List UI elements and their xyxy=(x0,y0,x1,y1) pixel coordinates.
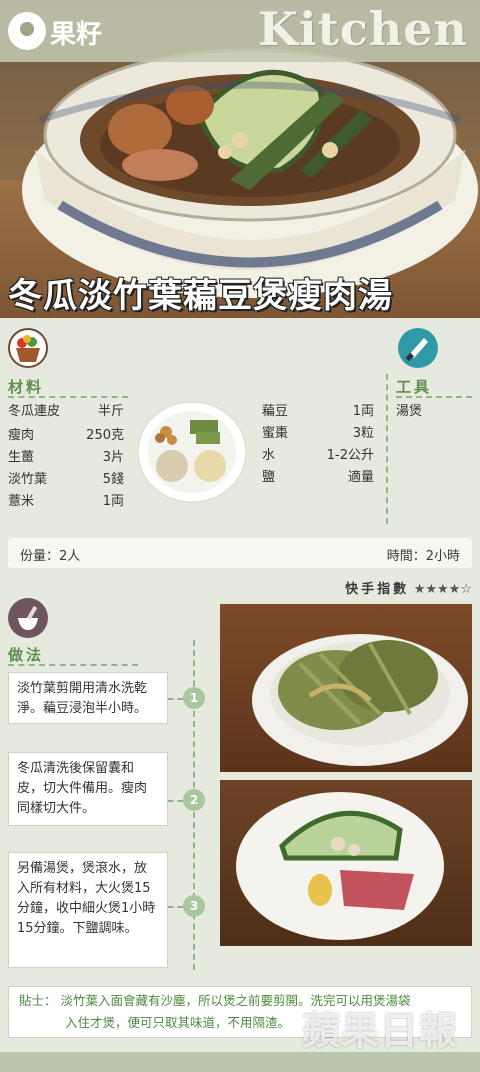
ingredient-name: 水 xyxy=(262,448,276,463)
ingredient-amount: 3片 xyxy=(102,450,124,465)
ingredient-name: 薏米 xyxy=(8,494,35,509)
ingredient-name: 蜜棗 xyxy=(262,426,289,441)
ingredients-label: 材料 xyxy=(8,378,45,396)
step-1-badge: 1 xyxy=(183,687,205,709)
step-connector xyxy=(168,800,183,802)
ingredient-name: 鹽 xyxy=(262,470,276,485)
difficulty-label: 快手指數 xyxy=(345,582,410,597)
ingredient-name: 生薑 xyxy=(8,450,35,465)
difficulty: 快手指數 ★★★★☆ xyxy=(345,578,472,597)
watermark: 蘋果日報 xyxy=(301,1009,458,1053)
vegetable-basket-icon xyxy=(8,328,48,368)
cooking-time: 時間：2小時 xyxy=(386,549,460,564)
method-label: 做法 xyxy=(8,646,45,664)
ingredient-amount: 250克 xyxy=(86,428,124,443)
ingredient-amount: 3粒 xyxy=(352,426,374,441)
tool-item: 湯煲 xyxy=(396,404,423,419)
step-2-text: 冬瓜清洗後保留囊和皮，切大件備用。瘦肉同樣切大件。 xyxy=(8,752,168,826)
step-1-photo xyxy=(220,604,472,772)
ingredients-underline xyxy=(8,396,128,398)
ingredients-plate-photo xyxy=(137,401,247,503)
step-3-badge: 3 xyxy=(183,895,205,917)
info-bar: 份量：2人 時間：2小時 xyxy=(8,538,472,568)
ingredient-amount: 1-2公升 xyxy=(326,448,374,463)
ingredient-name: 藊豆 xyxy=(262,404,289,419)
ingredient-name: 瘦肉 xyxy=(8,428,35,443)
step-connector xyxy=(168,698,183,700)
ingredient-amount: 1両 xyxy=(352,404,374,419)
difficulty-stars: ★★★★☆ xyxy=(413,582,472,597)
step-3-text: 另備湯煲，煲滾水，放入所有材料，大火煲15分鐘，收中細火煲1小時15分鐘。下鹽調… xyxy=(8,852,168,968)
method-underline xyxy=(8,664,138,666)
tools-underline xyxy=(396,396,472,398)
step-1-text: 淡竹葉剪開用清水洗乾淨。藊豆浸泡半小時。 xyxy=(8,672,168,724)
ingredient-amount: 適量 xyxy=(347,470,374,485)
step-2-photo xyxy=(220,780,472,946)
column-divider xyxy=(386,374,388,524)
recipe-title: 冬瓜淡竹葉藊豆煲瘦肉湯 xyxy=(8,276,393,316)
ingredient-name: 冬瓜連皮 xyxy=(8,404,61,419)
knife-icon xyxy=(398,328,438,368)
brand-logo-icon xyxy=(8,12,46,50)
section-title: Kitchen xyxy=(258,2,468,56)
step-2-badge: 2 xyxy=(183,789,205,811)
mortar-icon xyxy=(8,598,48,638)
tools-label: 工具 xyxy=(396,378,433,396)
ingredient-name: 淡竹葉 xyxy=(8,472,48,487)
brand-name: 果籽 xyxy=(50,20,103,50)
step-connector xyxy=(168,906,183,908)
servings: 份量：2人 xyxy=(20,549,81,564)
ingredient-amount: 半斤 xyxy=(97,404,124,419)
footer-strip xyxy=(0,1052,480,1072)
hero-photo: 果籽 Kitchen 冬瓜淡竹葉藊豆煲瘦肉湯 xyxy=(0,0,480,318)
brand-bar: 果籽 Kitchen xyxy=(0,0,480,62)
ingredient-amount: 1両 xyxy=(102,494,124,509)
ingredient-amount: 5錢 xyxy=(102,472,124,487)
